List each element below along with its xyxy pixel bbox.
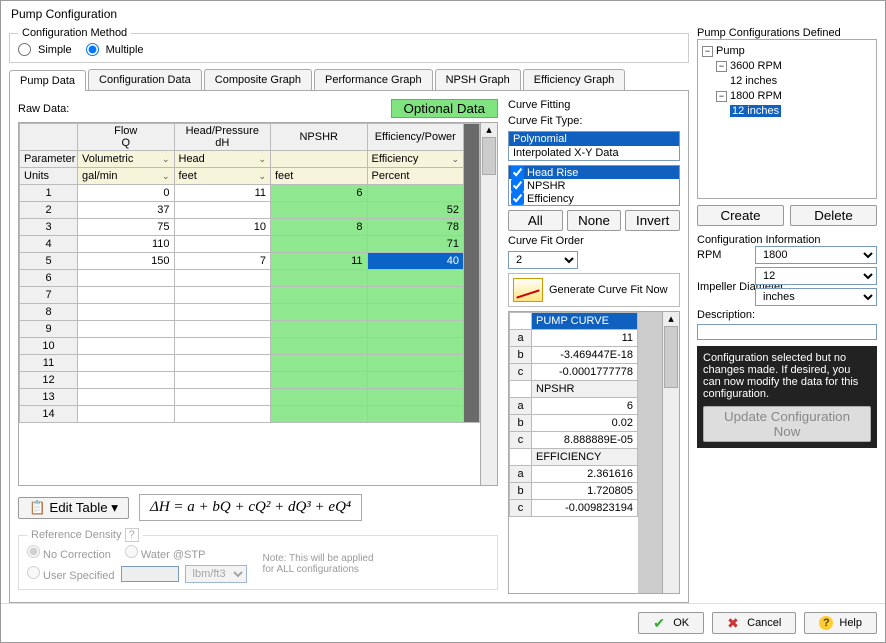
create-button[interactable]: Create	[697, 205, 784, 226]
curve-fit-type-list[interactable]: Polynomial Interpolated X-Y Data	[508, 131, 680, 161]
question-icon: ?	[819, 616, 833, 630]
units-eff[interactable]: Percent	[367, 168, 464, 185]
curve-type-polynomial[interactable]: Polynomial	[509, 132, 679, 146]
edit-table-button[interactable]: 📋 Edit Table ▾	[18, 497, 129, 519]
none-button[interactable]: None	[567, 210, 622, 231]
coeff-scrollbar[interactable]: ▴	[662, 312, 679, 593]
tab-npsh-graph[interactable]: NPSH Graph	[435, 69, 521, 90]
col-head: Head/Pressure dH	[174, 124, 271, 151]
generate-curve-fit-button[interactable]: Generate Curve Fit Now	[508, 273, 680, 307]
grid-scrollbar[interactable]: ▴	[480, 123, 497, 485]
all-button[interactable]: All	[508, 210, 563, 231]
radio-water-stp: Water @STP	[125, 545, 206, 561]
density-unit-select: lbm/ft3	[185, 565, 247, 583]
tab-pump-data[interactable]: Pump Data	[9, 70, 86, 91]
param-flow[interactable]: Volumetric⌄	[78, 151, 175, 168]
check-npshr[interactable]: NPSHR	[509, 179, 679, 192]
tab-performance-graph[interactable]: Performance Graph	[314, 69, 433, 90]
tree-1800-12in[interactable]: 12 inches	[730, 105, 781, 117]
tab-composite-graph[interactable]: Composite Graph	[204, 69, 312, 90]
ok-button[interactable]: ✔OK	[638, 612, 704, 634]
optional-data-button[interactable]: Optional Data	[391, 99, 499, 118]
invert-button[interactable]: Invert	[625, 210, 680, 231]
units-head[interactable]: feet⌄	[174, 168, 271, 185]
curve-series-list[interactable]: Head Rise NPSHR Efficiency	[508, 165, 680, 206]
config-info-label: Configuration Information	[697, 234, 877, 246]
equation-box: ΔH = a + bQ + cQ² + dQ³ + eQ⁴	[139, 494, 362, 521]
help-button[interactable]: ?Help	[804, 612, 877, 634]
impeller-diameter-select[interactable]: 12	[755, 267, 877, 285]
cancel-button[interactable]: ✖Cancel	[712, 612, 796, 634]
col-npshr: NPSHR	[271, 124, 368, 151]
curve-type-interpolated[interactable]: Interpolated X-Y Data	[509, 146, 679, 160]
radio-user-specified: User Specified	[27, 566, 115, 582]
description-input[interactable]	[697, 324, 877, 340]
delete-button[interactable]: Delete	[790, 205, 877, 226]
tab-configuration-data[interactable]: Configuration Data	[88, 69, 202, 90]
radio-multiple[interactable]: Multiple	[86, 43, 144, 56]
help-icon[interactable]: ?	[125, 528, 139, 542]
check-efficiency[interactable]: Efficiency	[509, 192, 679, 205]
curve-fitting-label: Curve Fitting	[508, 99, 680, 111]
reference-density-group: Reference Density ? No Correction Water …	[18, 529, 498, 590]
units-flow[interactable]: gal/min⌄	[78, 168, 175, 185]
raw-data-label: Raw Data:	[18, 103, 69, 115]
radio-simple[interactable]: Simple	[18, 43, 72, 56]
dialog-footer: ✔OK ✖Cancel ?Help	[1, 603, 885, 642]
check-head-rise[interactable]: Head Rise	[509, 166, 679, 179]
status-notice: Configuration selected but no changes ma…	[697, 346, 877, 448]
config-tree[interactable]: −Pump −3600 RPM 12 inches −1800 RPM 12 i…	[697, 39, 877, 199]
configs-defined-label: Pump Configurations Defined	[697, 27, 877, 39]
window-title: Pump Configuration	[1, 1, 885, 27]
coefficients-table[interactable]: PUMP CURVE a11 b-3.469447E-18 c-0.000177…	[508, 311, 680, 594]
update-configuration-button: Update Configuration Now	[703, 406, 871, 442]
x-icon: ✖	[727, 616, 741, 630]
param-eff[interactable]: Efficiency⌄	[367, 151, 464, 168]
density-note: Note: This will be appliedfor ALL config…	[263, 553, 374, 575]
tab-efficiency-graph[interactable]: Efficiency Graph	[523, 69, 626, 90]
config-method-group: Configuration Method Simple Multiple	[9, 27, 689, 63]
data-grid[interactable]: Flow Q Head/Pressure dH NPSHR Efficiency…	[18, 122, 498, 486]
tree-3600-12in[interactable]: 12 inches	[702, 74, 872, 89]
curve-fit-order-select[interactable]: 2	[508, 251, 578, 269]
density-value-input	[121, 566, 179, 582]
param-head[interactable]: Head⌄	[174, 151, 271, 168]
col-eff: Efficiency/Power	[367, 124, 464, 151]
impeller-unit-select[interactable]: inches	[755, 288, 877, 306]
tab-bar: Pump Data Configuration Data Composite G…	[9, 69, 689, 91]
units-npshr[interactable]: feet	[271, 168, 368, 185]
curve-icon	[513, 278, 543, 302]
pump-config-window: Pump Configuration Configuration Method …	[0, 0, 886, 643]
rpm-select[interactable]: 1800	[755, 246, 877, 264]
radio-no-correction: No Correction	[27, 545, 111, 561]
check-icon: ✔	[653, 616, 667, 630]
col-flow: Flow Q	[78, 124, 175, 151]
